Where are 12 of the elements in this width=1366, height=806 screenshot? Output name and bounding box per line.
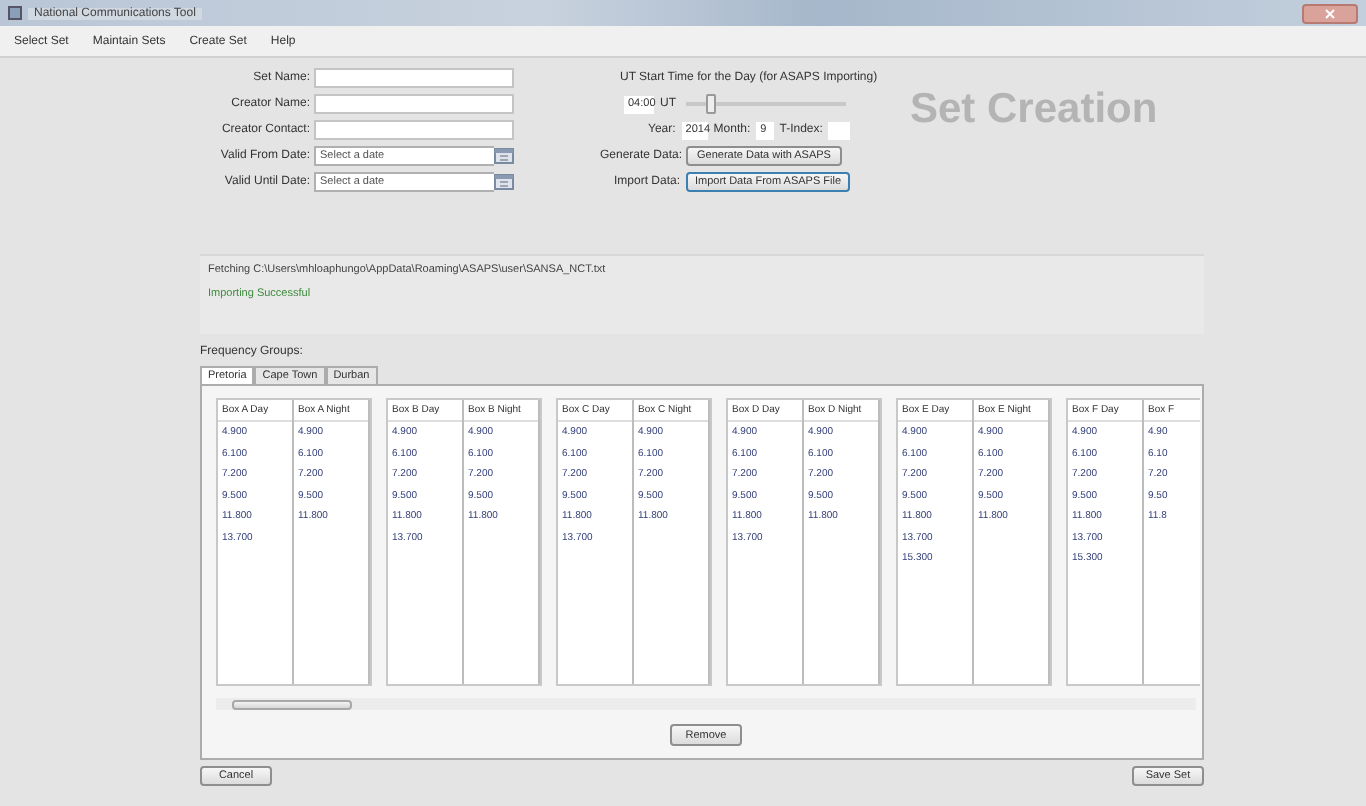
text-field[interactable] <box>314 68 514 88</box>
scroll-thumb[interactable] <box>232 699 352 709</box>
calendar-icon[interactable] <box>494 148 514 164</box>
close-button[interactable] <box>1302 3 1358 23</box>
app-icon <box>8 6 22 20</box>
slider-thumb[interactable] <box>706 94 716 114</box>
text-field[interactable] <box>314 94 514 114</box>
horizontal-scrollbar[interactable] <box>216 698 1196 710</box>
calendar-icon[interactable] <box>494 174 514 190</box>
t-index-field[interactable] <box>828 121 850 139</box>
close-icon <box>1322 7 1338 19</box>
text-field[interactable] <box>314 120 514 140</box>
